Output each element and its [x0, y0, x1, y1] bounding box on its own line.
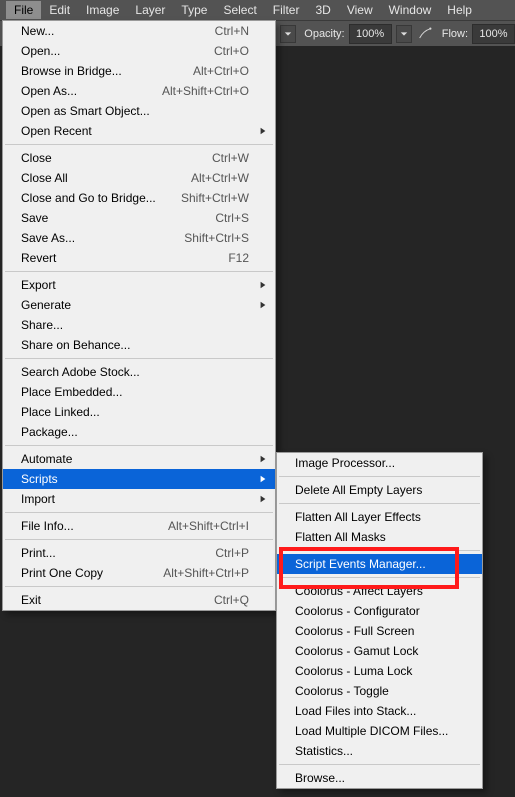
mi-flatten-layer-effects[interactable]: Flatten All Layer Effects	[277, 507, 482, 527]
mi-load-dicom[interactable]: Load Multiple DICOM Files...	[277, 721, 482, 741]
mi-print[interactable]: Print...Ctrl+P	[3, 543, 275, 563]
mi-coolorus-toggle[interactable]: Coolorus - Toggle	[277, 681, 482, 701]
opacity-dropdown[interactable]	[396, 25, 412, 43]
separator	[279, 550, 480, 551]
separator	[5, 445, 273, 446]
mi-behance[interactable]: Share on Behance...	[3, 335, 275, 355]
mi-open-as[interactable]: Open As...Alt+Shift+Ctrl+O	[3, 81, 275, 101]
mi-exit[interactable]: ExitCtrl+Q	[3, 590, 275, 610]
flow-field[interactable]: 100%	[472, 24, 515, 44]
menu-3d[interactable]: 3D	[307, 1, 338, 19]
separator	[5, 144, 273, 145]
mi-coolorus-gamut[interactable]: Coolorus - Gamut Lock	[277, 641, 482, 661]
opacity-label: Opacity:	[304, 28, 344, 40]
mi-load-stack[interactable]: Load Files into Stack...	[277, 701, 482, 721]
submenu-arrow-icon	[259, 298, 267, 312]
mi-export[interactable]: Export	[3, 275, 275, 295]
mi-scripts[interactable]: Scripts	[3, 469, 275, 489]
submenu-arrow-icon	[259, 124, 267, 138]
pressure-opacity-icon[interactable]	[416, 25, 434, 43]
separator	[279, 503, 480, 504]
mi-place-embedded[interactable]: Place Embedded...	[3, 382, 275, 402]
menu-file[interactable]: File	[6, 1, 41, 19]
mi-print-one[interactable]: Print One CopyAlt+Shift+Ctrl+P	[3, 563, 275, 583]
mi-file-info[interactable]: File Info...Alt+Shift+Ctrl+I	[3, 516, 275, 536]
separator	[279, 577, 480, 578]
separator	[5, 586, 273, 587]
mi-statistics[interactable]: Statistics...	[277, 741, 482, 761]
mi-share[interactable]: Share...	[3, 315, 275, 335]
mi-browse-bridge[interactable]: Browse in Bridge...Alt+Ctrl+O	[3, 61, 275, 81]
menu-help[interactable]: Help	[439, 1, 480, 19]
mode-dropdown[interactable]	[280, 25, 296, 43]
mi-script-events-manager[interactable]: Script Events Manager...	[277, 554, 482, 574]
menu-select[interactable]: Select	[215, 1, 264, 19]
mi-coolorus-full[interactable]: Coolorus - Full Screen	[277, 621, 482, 641]
menu-layer[interactable]: Layer	[127, 1, 173, 19]
submenu-arrow-icon	[259, 278, 267, 292]
mi-place-linked[interactable]: Place Linked...	[3, 402, 275, 422]
menu-window[interactable]: Window	[381, 1, 440, 19]
mi-coolorus-config[interactable]: Coolorus - Configurator	[277, 601, 482, 621]
menubar: File Edit Image Layer Type Select Filter…	[0, 0, 515, 20]
mi-close[interactable]: CloseCtrl+W	[3, 148, 275, 168]
mi-generate[interactable]: Generate	[3, 295, 275, 315]
mi-flatten-masks[interactable]: Flatten All Masks	[277, 527, 482, 547]
separator	[5, 512, 273, 513]
separator	[5, 358, 273, 359]
flow-label: Flow:	[442, 28, 468, 40]
mi-close-all[interactable]: Close AllAlt+Ctrl+W	[3, 168, 275, 188]
mi-coolorus-affect[interactable]: Coolorus - Affect Layers	[277, 581, 482, 601]
mi-import[interactable]: Import	[3, 489, 275, 509]
mi-browse-scripts[interactable]: Browse...	[277, 768, 482, 788]
menu-file-label: File	[14, 3, 33, 17]
mi-automate[interactable]: Automate	[3, 449, 275, 469]
mi-search-stock[interactable]: Search Adobe Stock...	[3, 362, 275, 382]
submenu-arrow-icon	[259, 452, 267, 466]
mi-new[interactable]: New...Ctrl+N	[3, 21, 275, 41]
mi-package[interactable]: Package...	[3, 422, 275, 442]
separator	[279, 476, 480, 477]
mi-save[interactable]: SaveCtrl+S	[3, 208, 275, 228]
mi-delete-empty-layers[interactable]: Delete All Empty Layers	[277, 480, 482, 500]
mi-revert[interactable]: RevertF12	[3, 248, 275, 268]
mi-coolorus-luma[interactable]: Coolorus - Luma Lock	[277, 661, 482, 681]
file-menu: New...Ctrl+N Open...Ctrl+O Browse in Bri…	[2, 20, 276, 611]
menu-edit[interactable]: Edit	[41, 1, 78, 19]
submenu-arrow-icon	[259, 472, 267, 486]
opacity-field[interactable]: 100%	[349, 24, 392, 44]
submenu-arrow-icon	[259, 492, 267, 506]
separator	[279, 764, 480, 765]
scripts-submenu: Image Processor... Delete All Empty Laye…	[276, 452, 483, 789]
separator	[5, 539, 273, 540]
menu-image[interactable]: Image	[78, 1, 127, 19]
separator	[5, 271, 273, 272]
mi-close-bridge[interactable]: Close and Go to Bridge...Shift+Ctrl+W	[3, 188, 275, 208]
menu-filter[interactable]: Filter	[265, 1, 308, 19]
mi-open-recent[interactable]: Open Recent	[3, 121, 275, 141]
mi-image-processor[interactable]: Image Processor...	[277, 453, 482, 473]
menu-type[interactable]: Type	[173, 1, 215, 19]
mi-open[interactable]: Open...Ctrl+O	[3, 41, 275, 61]
mi-open-smart[interactable]: Open as Smart Object...	[3, 101, 275, 121]
menu-view[interactable]: View	[339, 1, 381, 19]
mi-save-as[interactable]: Save As...Shift+Ctrl+S	[3, 228, 275, 248]
